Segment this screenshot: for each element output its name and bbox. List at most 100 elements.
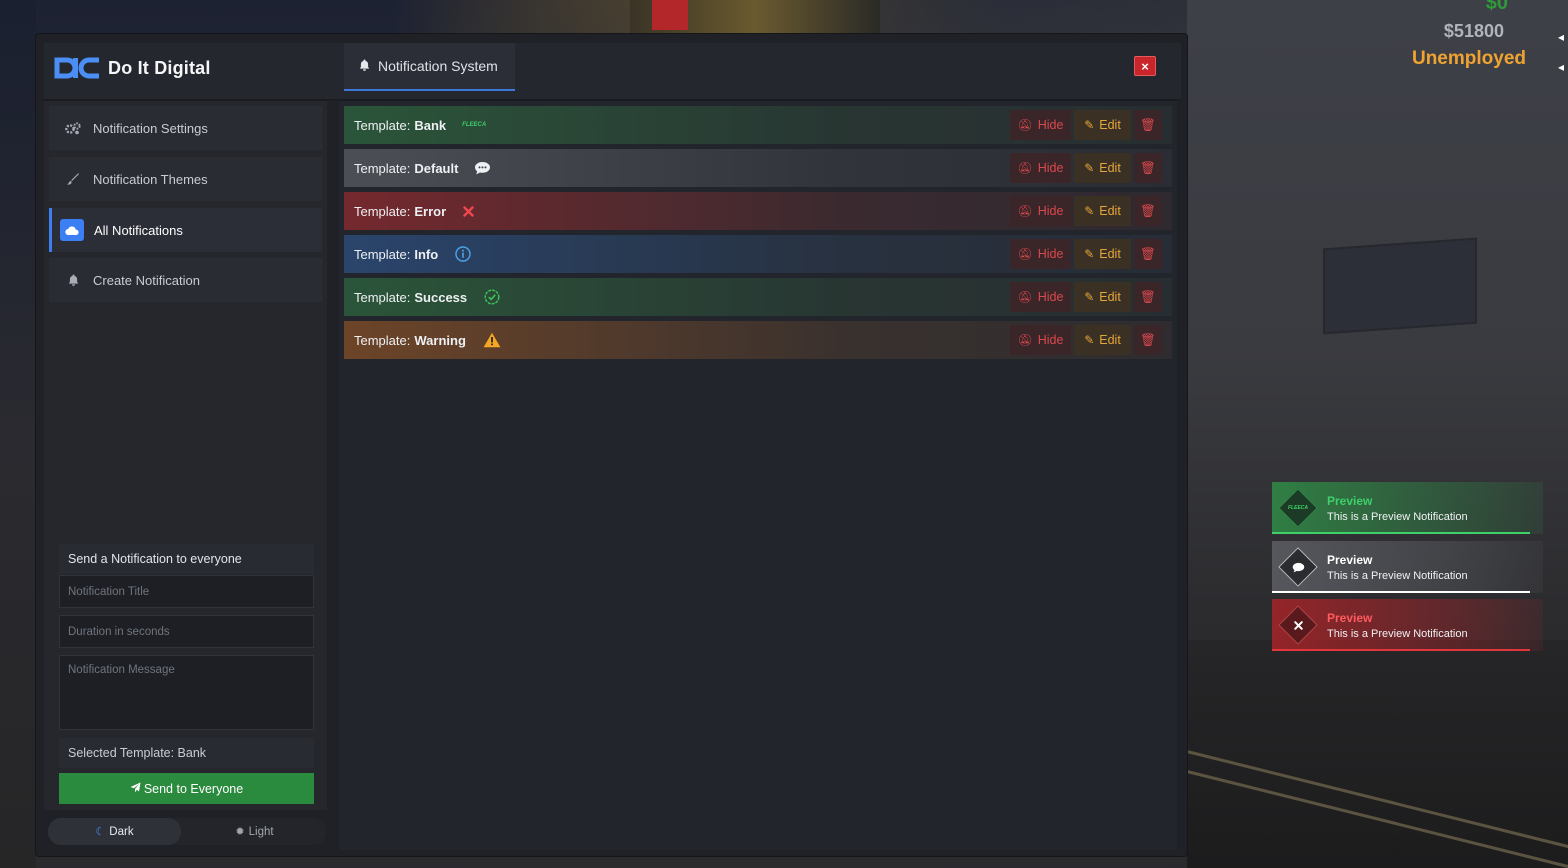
delete-button[interactable]: 🗑︎ — [1134, 325, 1162, 355]
edit-label: Edit — [1099, 204, 1121, 218]
arrow-left-icon: ◂ — [1558, 30, 1565, 44]
template-name: Warning — [414, 332, 466, 348]
preview-notification-bank: FLEECA Preview This is a Preview Notific… — [1272, 482, 1543, 534]
game-world-red-sign — [652, 0, 688, 30]
top-bar: Do It Digital Notification System × — [44, 43, 1181, 100]
brand: Do It Digital — [54, 55, 211, 81]
edit-button[interactable]: ✎ Edit — [1074, 196, 1131, 226]
hud-bank: $51800 — [1443, 21, 1504, 41]
send-notification-form: Send a Notification to everyone Notifica… — [59, 544, 314, 804]
duration-placeholder: Duration in seconds — [68, 625, 170, 638]
fleeca-logo-icon: FLEECA — [1288, 505, 1308, 511]
send-to-everyone-button[interactable]: Send to Everyone — [59, 773, 314, 804]
preview-message: This is a Preview Notification — [1327, 510, 1468, 523]
sidebar-item-label: All Notifications — [94, 222, 183, 238]
bell-slash-icon: 🔕︎ — [1017, 333, 1033, 347]
notification-title-input[interactable]: Notification Title — [59, 575, 314, 608]
hide-label: Hide — [1037, 333, 1064, 347]
sidebar-item-notification-themes[interactable]: Notification Themes — [49, 157, 322, 201]
bell-icon — [359, 59, 370, 74]
hide-label: Hide — [1037, 247, 1064, 261]
template-row-error: Template: Error 🔕︎ Hide ✎ Edit 🗑︎ — [344, 192, 1172, 230]
theme-dark-button[interactable]: ☾ Dark — [48, 818, 181, 845]
hide-button[interactable]: 🔕︎ Hide — [1010, 325, 1071, 355]
notification-message-placeholder: Notification Message — [68, 664, 175, 676]
hide-label: Hide — [1037, 118, 1064, 132]
send-button-label: Send to Everyone — [143, 781, 244, 796]
chat-bubble-icon — [1274, 543, 1322, 591]
template-row-warning: Template: Warning 🔕︎ Hide ✎ Edit 🗑︎ — [344, 321, 1172, 359]
theme-toggle: ☾ Dark ✹ Light — [48, 818, 326, 845]
delete-button[interactable]: 🗑︎ — [1134, 239, 1162, 269]
edit-button[interactable]: ✎ Edit — [1074, 110, 1131, 140]
hide-label: Hide — [1037, 290, 1064, 304]
warning-triangle-icon — [483, 332, 501, 348]
edit-button[interactable]: ✎ Edit — [1074, 153, 1131, 183]
game-world-store-sign — [1323, 237, 1477, 335]
hide-button[interactable]: 🔕︎ Hide — [1010, 239, 1071, 269]
row-actions: 🔕︎ Hide ✎ Edit 🗑︎ — [1007, 239, 1162, 269]
sidebar: Notification Settings Notification Theme… — [44, 100, 327, 810]
theme-light-button[interactable]: ✹ Light — [188, 818, 321, 845]
template-prefix: Template: — [354, 246, 411, 262]
preview-notification-default: Preview This is a Preview Notification — [1272, 541, 1543, 593]
sidebar-item-label: Notification Settings — [93, 120, 208, 136]
sun-icon: ✹ — [235, 826, 245, 838]
duration-input[interactable]: Duration in seconds — [59, 615, 314, 648]
edit-button[interactable]: ✎ Edit — [1074, 282, 1131, 312]
edit-label: Edit — [1099, 247, 1121, 261]
info-circle-icon — [455, 246, 471, 262]
close-button[interactable]: × — [1134, 56, 1156, 76]
notification-message-input[interactable]: Notification Message — [59, 655, 314, 730]
row-actions: 🔕︎ Hide ✎ Edit 🗑︎ — [1007, 196, 1162, 226]
delete-button[interactable]: 🗑︎ — [1134, 196, 1162, 226]
hide-button[interactable]: 🔕︎ Hide — [1010, 196, 1071, 226]
template-row-default: Template: Default 🔕︎ Hide ✎ Edit 🗑︎ — [344, 149, 1172, 187]
preview-icon-wrap: FLEECA — [1274, 484, 1322, 532]
trash-icon: 🗑︎ — [1140, 203, 1156, 218]
sidebar-item-notification-settings[interactable]: Notification Settings — [49, 106, 322, 150]
trash-icon: 🗑︎ — [1140, 289, 1156, 304]
edit-label: Edit — [1099, 333, 1121, 347]
hide-button[interactable]: 🔕︎ Hide — [1010, 153, 1071, 183]
x-mark-icon — [1274, 601, 1322, 649]
game-world-left — [0, 0, 36, 868]
brush-icon — [63, 169, 83, 189]
hide-button[interactable]: 🔕︎ Hide — [1010, 282, 1071, 312]
edit-icon: ✎ — [1084, 290, 1095, 304]
delete-button[interactable]: 🗑︎ — [1134, 153, 1162, 183]
game-world-road — [1186, 640, 1568, 868]
preview-icon-wrap — [1274, 601, 1322, 649]
tab-notification-system[interactable]: Notification System — [344, 43, 515, 91]
theme-dark-label: Dark — [109, 825, 134, 838]
row-actions: 🔕︎ Hide ✎ Edit 🗑︎ — [1007, 153, 1162, 183]
preview-title: Preview — [1327, 552, 1373, 567]
trash-icon: 🗑︎ — [1140, 246, 1156, 261]
sidebar-item-all-notifications[interactable]: All Notifications — [49, 208, 322, 252]
hide-button[interactable]: 🔕︎ Hide — [1010, 110, 1071, 140]
row-actions: 🔕︎ Hide ✎ Edit 🗑︎ — [1007, 325, 1162, 355]
delete-button[interactable]: 🗑︎ — [1134, 282, 1162, 312]
hud-arrows: ◂ ◂ — [1558, 22, 1568, 82]
edit-button[interactable]: ✎ Edit — [1074, 325, 1131, 355]
selected-template-label: Selected Template: Bank — [59, 738, 314, 768]
templates-list: Template: Bank FLEECA 🔕︎ Hide ✎ Edit 🗑︎ Te… — [339, 100, 1177, 850]
template-name: Error — [414, 203, 447, 219]
template-prefix: Template: — [354, 160, 411, 176]
hud-cash: $0 — [1485, 0, 1508, 14]
edit-label: Edit — [1099, 118, 1121, 132]
edit-label: Edit — [1099, 161, 1121, 175]
trash-icon: 🗑︎ — [1140, 117, 1156, 132]
x-mark-icon — [463, 205, 474, 217]
preview-progress-bar — [1272, 591, 1530, 593]
edit-button[interactable]: ✎ Edit — [1074, 239, 1131, 269]
preview-progress-bar — [1272, 649, 1530, 651]
delete-button[interactable]: 🗑︎ — [1134, 110, 1162, 140]
edit-label: Edit — [1099, 290, 1121, 304]
preview-title: Preview — [1327, 493, 1373, 508]
theme-light-label: Light — [248, 825, 274, 838]
sidebar-item-create-notification[interactable]: Create Notification — [49, 258, 322, 302]
hide-label: Hide — [1037, 161, 1064, 175]
template-name: Success — [414, 289, 468, 305]
paper-plane-icon — [130, 782, 141, 796]
